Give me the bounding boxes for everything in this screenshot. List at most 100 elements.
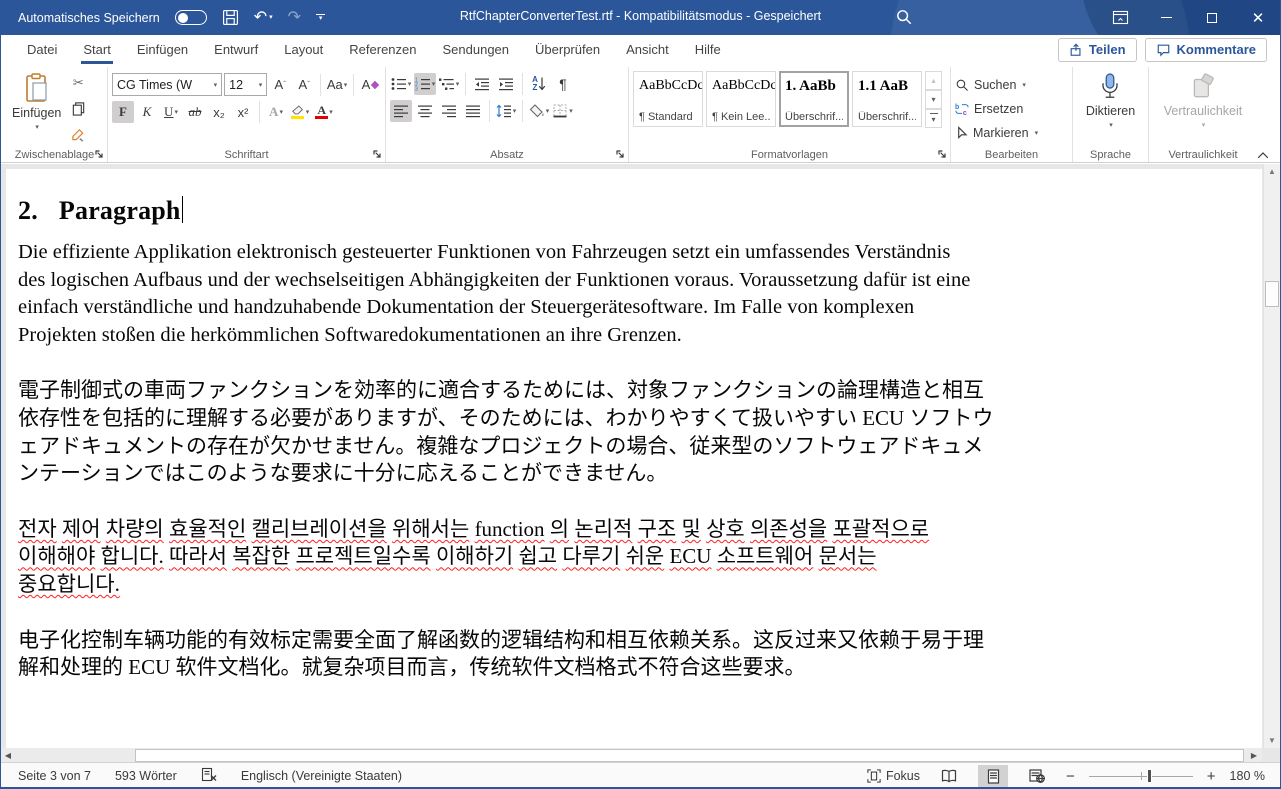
replace-button[interactable]: bc Ersetzen: [955, 97, 1068, 120]
highlight-color-button[interactable]: ▾: [289, 101, 311, 123]
font-dialog-launcher-icon[interactable]: [372, 149, 382, 159]
justify-button[interactable]: [462, 100, 484, 122]
numbering-button[interactable]: 123▾: [414, 73, 436, 95]
pilcrow-button[interactable]: ¶: [552, 73, 574, 95]
zoom-level[interactable]: 180 %: [1230, 769, 1265, 783]
style-card-2[interactable]: 1. AaBbÜberschrif...: [779, 71, 849, 127]
cursor-arrow-icon: [955, 126, 968, 140]
comments-button[interactable]: Kommentare: [1145, 38, 1267, 62]
shading-button[interactable]: ▾: [528, 100, 550, 122]
doc-line: 解和处理的 ECU 软件文档化。就复杂项目而言，传统软件文档格式不符合这些要求。: [18, 654, 1242, 682]
align-left-button[interactable]: [390, 100, 412, 122]
autosave-toggle[interactable]: [175, 10, 207, 25]
scrollbar-corner: [1263, 748, 1280, 762]
paragraph-dialog-launcher-icon[interactable]: [615, 149, 625, 159]
horizontal-scrollbar[interactable]: ◀ ▶: [0, 748, 1262, 762]
undo-button[interactable]: ↶▾: [254, 10, 273, 26]
increase-indent-button[interactable]: [495, 73, 517, 95]
superscript-button[interactable]: x²: [232, 101, 254, 123]
word-count[interactable]: 593 Wörter: [115, 769, 177, 783]
horizontal-scroll-thumb[interactable]: [135, 749, 1244, 762]
multilevel-list-button[interactable]: ▾: [438, 73, 460, 95]
tab-referenzen[interactable]: Referenzen: [336, 35, 429, 64]
bullets-button[interactable]: ▾: [390, 73, 412, 95]
styles-scroll-up-icon[interactable]: ▴: [925, 71, 942, 90]
find-button[interactable]: Suchen▾: [955, 73, 1068, 96]
zoom-out-button[interactable]: −: [1066, 768, 1075, 785]
font-color-button[interactable]: A ▾: [313, 101, 335, 123]
decrease-indent-button[interactable]: [471, 73, 493, 95]
tab-layout[interactable]: Layout: [271, 35, 336, 64]
scroll-left-icon[interactable]: ◀: [0, 748, 16, 762]
zoom-slider-thumb[interactable]: [1147, 769, 1152, 783]
style-card-0[interactable]: AaBbCcDc¶ Standard: [633, 71, 703, 127]
copy-button[interactable]: [67, 98, 89, 120]
tab-entwurf[interactable]: Entwurf: [201, 35, 271, 64]
tab-start[interactable]: Start: [70, 35, 123, 64]
scroll-up-icon[interactable]: ▲: [1265, 164, 1279, 179]
font-size-combo[interactable]: 12▾: [224, 73, 267, 96]
vertical-scroll-thumb[interactable]: [1265, 281, 1279, 307]
tab-überprüfen[interactable]: Überprüfen: [522, 35, 613, 64]
web-layout-button[interactable]: [1022, 765, 1052, 787]
document-body: 2.Paragraph Die effiziente Applikation e…: [6, 169, 1262, 682]
search-icon[interactable]: [895, 8, 913, 29]
styles-scroll-down-icon[interactable]: ▾: [925, 90, 942, 109]
tab-datei[interactable]: Datei: [14, 35, 70, 64]
language-indicator[interactable]: Englisch (Vereinigte Staaten): [241, 769, 402, 783]
save-icon[interactable]: [222, 9, 239, 26]
clipboard-dialog-launcher-icon[interactable]: [94, 149, 104, 159]
change-case-button[interactable]: Aa▾: [326, 74, 348, 96]
clear-formatting-button[interactable]: A: [359, 74, 381, 96]
sort-button[interactable]: AZ: [528, 73, 550, 95]
font-name-combo[interactable]: CG Times (W▾: [112, 73, 222, 96]
align-center-button[interactable]: [414, 100, 436, 122]
maximize-button[interactable]: [1189, 0, 1235, 35]
tab-einfügen[interactable]: Einfügen: [124, 35, 201, 64]
paste-button[interactable]: Einfügen ▾: [6, 69, 67, 145]
page-indicator[interactable]: Seite 3 von 7: [18, 769, 91, 783]
tab-sendungen[interactable]: Sendungen: [430, 35, 523, 64]
dictate-button[interactable]: Diktieren ▾: [1080, 69, 1141, 145]
ribbon-display-options-icon[interactable]: [1097, 0, 1143, 35]
read-mode-icon: [941, 769, 957, 783]
collapse-ribbon-icon[interactable]: [1257, 151, 1269, 159]
status-bar: Seite 3 von 7 593 Wörter Englisch (Verei…: [0, 762, 1281, 789]
chevron-down-icon: ▾: [269, 14, 273, 21]
vertical-scrollbar[interactable]: ▲ ▼: [1263, 164, 1280, 748]
borders-button[interactable]: ▾: [552, 100, 574, 122]
document-page[interactable]: 2.Paragraph Die effiziente Applikation e…: [6, 169, 1262, 748]
svg-text:c: c: [963, 110, 967, 116]
select-button[interactable]: Markieren▾: [955, 122, 1068, 145]
grow-font-button[interactable]: Aˆ: [269, 74, 291, 96]
tab-hilfe[interactable]: Hilfe: [682, 35, 734, 64]
zoom-in-button[interactable]: +: [1207, 768, 1216, 785]
strikethrough-button[interactable]: ab: [184, 101, 206, 123]
focus-button[interactable]: Fokus: [867, 769, 920, 783]
scroll-right-icon[interactable]: ▶: [1246, 748, 1262, 762]
format-painter-button[interactable]: [67, 123, 89, 145]
italic-button[interactable]: K: [136, 101, 158, 123]
share-button[interactable]: Teilen: [1058, 38, 1137, 62]
print-layout-button[interactable]: [978, 765, 1008, 787]
subscript-button[interactable]: x₂: [208, 101, 230, 123]
cut-button[interactable]: ✂: [67, 72, 89, 94]
align-right-button[interactable]: [438, 100, 460, 122]
bold-button[interactable]: F: [112, 101, 134, 123]
customize-qat-icon[interactable]: ▾: [316, 14, 325, 21]
styles-dialog-launcher-icon[interactable]: [937, 149, 947, 159]
tab-ansicht[interactable]: Ansicht: [613, 35, 682, 64]
styles-more-icon[interactable]: ▾: [925, 109, 942, 128]
read-mode-button[interactable]: [934, 765, 964, 787]
minimize-button[interactable]: [1143, 0, 1189, 35]
style-card-3[interactable]: 1.1 AaBÜberschrif...: [852, 71, 922, 127]
sensitivity-button: Vertraulichkeit ▾: [1158, 69, 1249, 145]
shrink-font-button[interactable]: Aˇ: [293, 74, 315, 96]
close-button[interactable]: ✕: [1235, 0, 1281, 35]
zoom-slider[interactable]: [1089, 769, 1193, 783]
style-card-1[interactable]: AaBbCcDc¶ Kein Lee...: [706, 71, 776, 127]
underline-button[interactable]: U▾: [160, 101, 182, 123]
proofing-errors-icon[interactable]: [201, 767, 217, 785]
line-spacing-button[interactable]: ▾: [495, 100, 517, 122]
scroll-down-icon[interactable]: ▼: [1265, 733, 1279, 748]
